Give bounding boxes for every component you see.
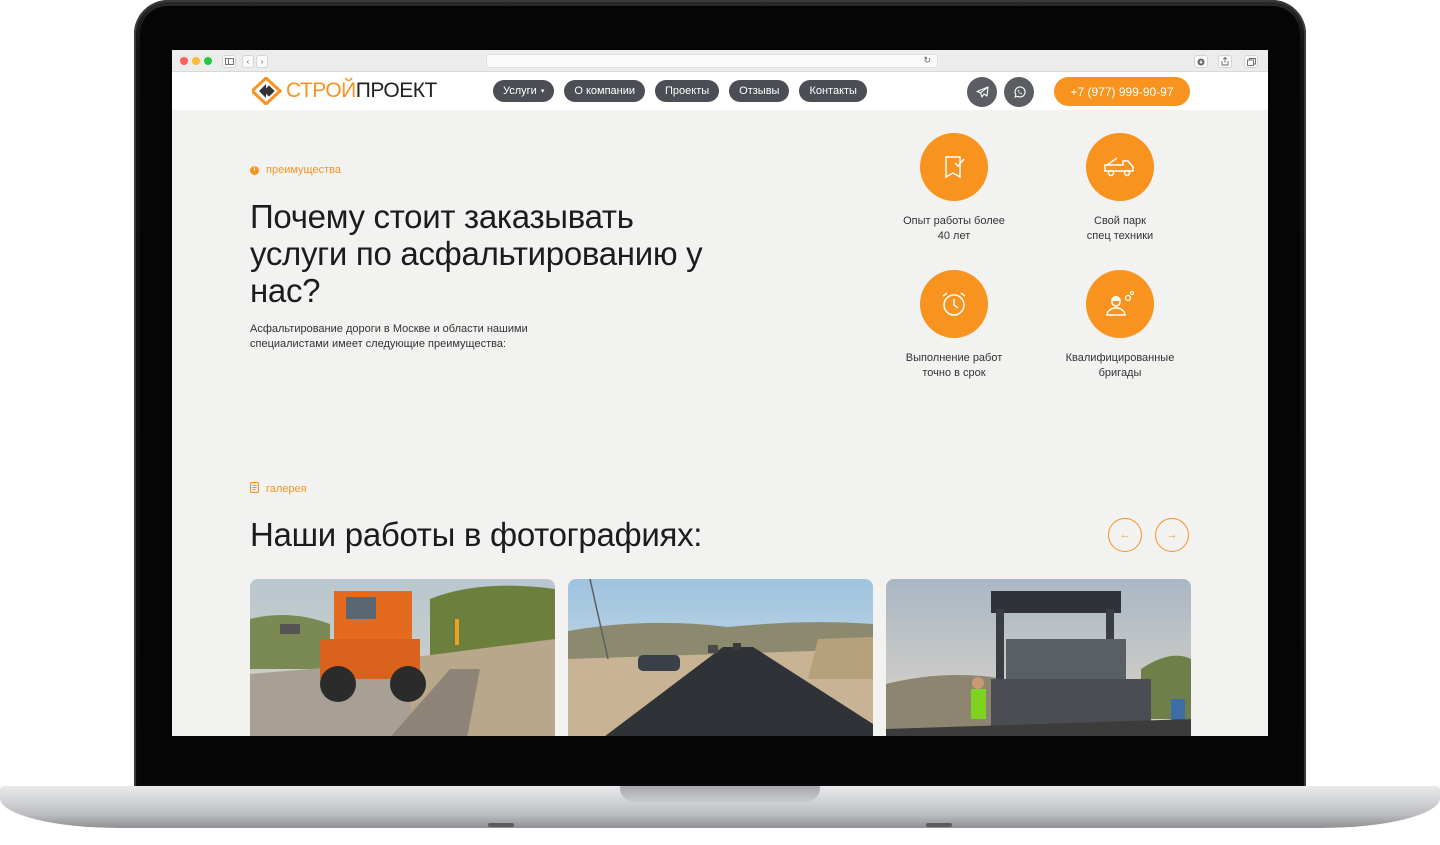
telegram-icon	[975, 86, 989, 98]
nav-item-contacts[interactable]: Контакты	[799, 80, 867, 102]
feature-experience: Опыт работы более 40 лет	[879, 133, 1029, 244]
whatsapp-icon	[1013, 85, 1026, 98]
browser-back-button[interactable]: ‹	[242, 55, 254, 68]
feature-equipment: Свой парк спец техники	[1045, 133, 1195, 244]
nav-item-about[interactable]: О компании	[564, 80, 646, 102]
advantages-title: Почему стоит заказывать услуги по асфаль…	[250, 198, 703, 309]
downloads-icon[interactable]	[1194, 55, 1208, 68]
section-tag-label: преимущества	[266, 164, 341, 176]
advantages-lead: Асфальтирование дороги в Москве и област…	[250, 323, 528, 350]
browser-screen: ‹ › ↻ СТРОЙПРОЕКТ Услуги ▾ О компании Пр…	[172, 50, 1268, 736]
document-icon	[250, 482, 259, 496]
zoom-window-button[interactable]	[204, 57, 212, 65]
feature-deadline: Выполнение работ точно в срок	[879, 270, 1029, 381]
flag-check-icon	[920, 133, 988, 201]
sidebar-toggle-icon[interactable]	[222, 55, 236, 68]
section-tag-label: галерея	[266, 483, 307, 495]
tow-truck-icon	[1086, 133, 1154, 201]
feature-label: Выполнение работ точно в срок	[905, 352, 1003, 379]
phone-button[interactable]: +7 (977) 999-90-97	[1054, 77, 1190, 106]
section-tag-gallery: галерея	[250, 482, 307, 496]
main-nav: Услуги ▾ О компании Проекты Отзывы Конта…	[493, 80, 867, 102]
nav-item-services[interactable]: Услуги ▾	[493, 80, 555, 102]
alarm-clock-icon	[920, 270, 988, 338]
laptop-foot	[926, 823, 952, 827]
feature-label: Свой парк спец техники	[1086, 215, 1154, 242]
gallery-photo-road[interactable]	[568, 579, 873, 736]
logo-text-primary: СТРОЙ	[286, 79, 356, 102]
nav-item-projects[interactable]: Проекты	[655, 80, 720, 102]
gallery-photo-paver[interactable]	[886, 579, 1191, 736]
reload-icon[interactable]: ↻	[923, 55, 931, 66]
gallery-title: Наши работы в фотографиях:	[250, 516, 703, 553]
share-icon[interactable]	[1218, 55, 1232, 68]
minimize-window-button[interactable]	[192, 57, 200, 65]
info-icon: i	[250, 165, 259, 175]
nav-item-reviews[interactable]: Отзывы	[729, 80, 790, 102]
address-bar[interactable]: ↻	[486, 54, 938, 68]
whatsapp-button[interactable]	[1004, 77, 1034, 107]
feature-label: Опыт работы более 40 лет	[903, 215, 1005, 242]
site-header: СТРОЙПРОЕКТ Услуги ▾ О компании Проекты …	[172, 72, 1268, 110]
gallery-next-button[interactable]: →	[1155, 518, 1189, 552]
gallery-photo-grader[interactable]	[250, 579, 555, 736]
chevron-down-icon: ▾	[540, 88, 545, 95]
worker-gears-icon	[1086, 270, 1154, 338]
laptop-notch	[620, 786, 820, 802]
gallery-prev-button[interactable]: ←	[1108, 518, 1142, 552]
nav-item-label: Услуги	[503, 85, 537, 97]
close-window-button[interactable]	[180, 57, 188, 65]
browser-forward-button[interactable]: ›	[256, 55, 268, 68]
tabs-overview-icon[interactable]	[1244, 55, 1258, 68]
feature-teams: Квалифицированные бригады	[1045, 270, 1195, 381]
section-tag-advantages: i преимущества	[250, 164, 341, 176]
feature-label: Квалифицированные бригады	[1065, 352, 1175, 379]
logo[interactable]: СТРОЙПРОЕКТ	[252, 77, 437, 105]
logo-mark-icon	[252, 77, 282, 105]
laptop-foot	[488, 823, 514, 827]
telegram-button[interactable]	[967, 77, 997, 107]
logo-text-secondary: ПРОЕКТ	[355, 79, 438, 102]
browser-toolbar: ‹ › ↻	[172, 50, 1268, 72]
